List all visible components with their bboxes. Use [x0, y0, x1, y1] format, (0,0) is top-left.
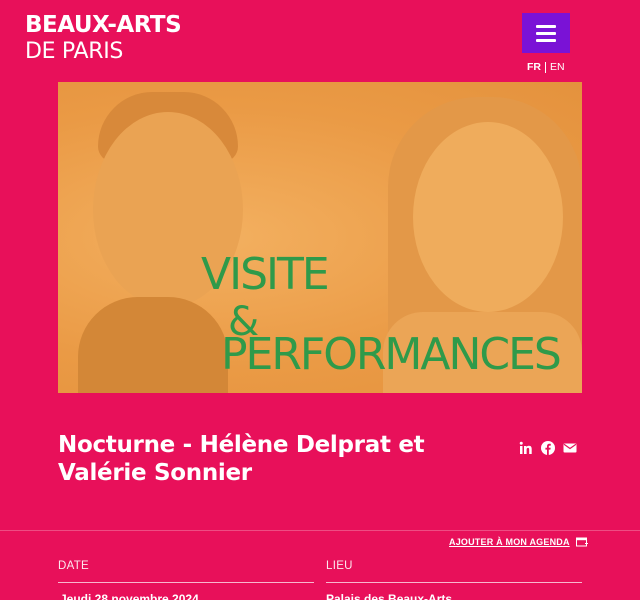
logo-line-2: DE PARIS — [25, 39, 124, 64]
lang-fr-link[interactable]: FR — [527, 61, 541, 73]
date-label: DATE — [58, 560, 90, 572]
portrait-left-body — [78, 297, 228, 393]
lieu-label: LIEU — [326, 560, 353, 572]
linkedin-icon[interactable] — [519, 441, 533, 460]
hero-image: VISITE & PERFORMANCES — [58, 82, 582, 393]
portrait-right-face — [413, 122, 563, 312]
facebook-icon[interactable] — [541, 441, 555, 460]
agenda-label: AJOUTER À MON AGENDA — [449, 537, 570, 547]
section-divider — [0, 530, 640, 531]
site-logo[interactable]: BEAUX-ARTS DE PARIS — [25, 12, 182, 64]
lieu-rule — [326, 582, 582, 583]
share-buttons — [519, 441, 577, 460]
logo-line-1: BEAUX-ARTS — [25, 12, 182, 38]
calendar-add-icon — [575, 537, 588, 547]
lang-en-link[interactable]: EN — [550, 61, 565, 73]
language-switcher: FR EN — [527, 61, 565, 73]
date-rule — [58, 582, 314, 583]
site-header: BEAUX-ARTS DE PARIS FR EN — [0, 0, 640, 82]
hamburger-menu-icon — [536, 25, 556, 28]
hero-text-line-3: PERFORMANCES — [221, 329, 562, 380]
hero-text-line-1: VISITE — [201, 249, 330, 300]
event-title: Nocturne - Hélène Delprat et Valérie Son… — [58, 432, 425, 486]
add-to-agenda-link[interactable]: AJOUTER À MON AGENDA — [449, 537, 588, 547]
mail-icon[interactable] — [563, 441, 577, 460]
lang-separator — [545, 61, 546, 73]
lieu-value: Palais des Beaux-Arts — [326, 592, 453, 600]
menu-button[interactable] — [522, 13, 570, 53]
date-value: Jeudi 28 novembre 2024 — [60, 592, 199, 600]
